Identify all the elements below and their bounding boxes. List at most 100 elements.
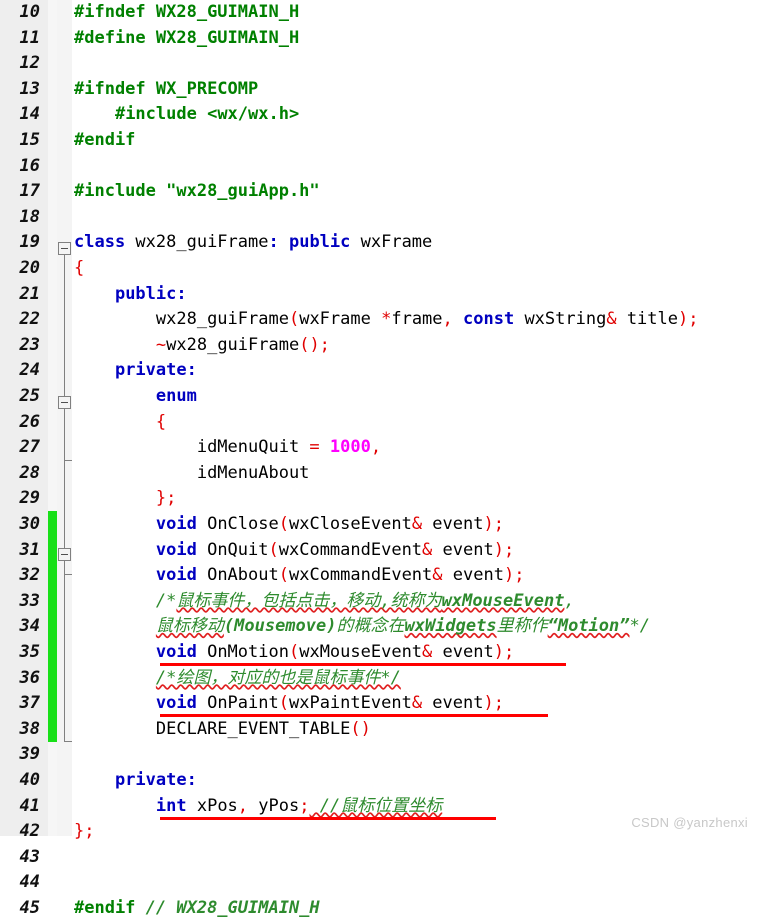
code-line[interactable]: 26 {	[0, 410, 758, 436]
line-number: 39	[19, 744, 40, 765]
code-line[interactable]: 22 wx28_guiFrame(wxFrame *frame, const w…	[0, 307, 758, 333]
token-ampersand: &	[422, 539, 433, 560]
token-comment-open: /*	[155, 590, 177, 611]
line-number: 37	[19, 693, 40, 714]
code-line[interactable]: 35 void OnMotion(wxMouseEvent& event);	[0, 640, 758, 666]
line-number: 23	[19, 334, 40, 355]
code-editor[interactable]: 10 #ifndef WX28_GUIMAIN_H 11 #define WX2…	[0, 0, 758, 918]
token-macro-name: WX28_GUIMAIN_H	[145, 2, 300, 22]
code-line[interactable]: 15 #endif	[0, 128, 758, 154]
line-content: void OnQuit(wxCommandEvent& event);	[74, 538, 514, 564]
token-ampersand: &	[432, 565, 443, 586]
line-content: #ifndef WX28_GUIMAIN_H	[74, 0, 299, 26]
token-brace-close: };	[74, 821, 95, 842]
token-access-specifier: public	[114, 283, 177, 304]
token-comma: ,	[370, 437, 382, 458]
token-parens: ();	[299, 334, 330, 355]
code-line[interactable]: 37 void OnPaint(wxPaintEvent& event);	[0, 691, 758, 717]
token-preprocessor: #endif	[74, 898, 136, 918]
line-content: private:	[74, 768, 197, 794]
token-paren-open: (	[278, 693, 289, 714]
token-comment: //鼠标位置坐标	[309, 795, 443, 816]
token-paren-close: );	[503, 565, 525, 586]
code-line[interactable]: 34 鼠标移动(Mousemove)的概念在wxWidgets里称作“Motio…	[0, 614, 758, 640]
code-line[interactable]: 13 #ifndef WX_PRECOMP	[0, 77, 758, 103]
token-param-type: wxCommandEvent	[278, 539, 423, 560]
line-content: enum	[74, 384, 197, 410]
code-line[interactable]: 20 {	[0, 256, 758, 282]
code-line[interactable]: 23 ~wx28_guiFrame();	[0, 333, 758, 359]
code-line[interactable]: 38 DECLARE_EVENT_TABLE()	[0, 717, 758, 743]
token-access-specifier: private	[114, 770, 187, 790]
token-keyword-void: void	[155, 642, 197, 662]
code-line[interactable]: 10 #ifndef WX28_GUIMAIN_H	[0, 0, 758, 26]
line-number: 13	[19, 78, 40, 99]
line-number: 34	[19, 616, 40, 637]
annotation-underline-onpaint	[160, 714, 548, 717]
code-line[interactable]: 45 #endif // WX28_GUIMAIN_H	[0, 896, 758, 922]
line-number: 29	[19, 488, 40, 509]
code-line[interactable]: 14 #include <wx/wx.h>	[0, 102, 758, 128]
token-comment-cjk: 鼠标事件，包括点击，移动,统称为	[176, 590, 442, 611]
line-number: 11	[19, 27, 40, 48]
line-number: 40	[19, 770, 40, 790]
annotation-underline-xpos-ypos	[160, 817, 496, 820]
code-line[interactable]: 12	[0, 51, 758, 77]
token-keyword-class: class	[74, 232, 126, 253]
code-line[interactable]: 40 private:	[0, 768, 758, 794]
token-keyword-void: void	[155, 514, 197, 534]
token-keyword-void: void	[155, 565, 197, 586]
code-line[interactable]: 27 idMenuQuit = 1000,	[0, 435, 758, 461]
token-colon: :	[176, 283, 187, 304]
code-line[interactable]: 36 /*绘图，对应的也是鼠标事件*/	[0, 666, 758, 692]
code-line[interactable]: 29 };	[0, 486, 758, 512]
code-line[interactable]: 30 void OnClose(wxCloseEvent& event);	[0, 512, 758, 538]
code-line[interactable]: 32 void OnAbout(wxCommandEvent& event);	[0, 563, 758, 589]
code-line[interactable]: 44	[0, 870, 758, 896]
token-paren-close: );	[493, 642, 515, 662]
token-colon: :	[186, 770, 197, 790]
code-line[interactable]: 21 public:	[0, 282, 758, 308]
code-line[interactable]: 17 #include "wx28_guiApp.h"	[0, 179, 758, 205]
code-line[interactable]: 24 private:	[0, 358, 758, 384]
token-param-name: frame	[391, 309, 443, 330]
code-line[interactable]: 39	[0, 742, 758, 768]
line-number: 30	[19, 514, 40, 534]
token-ampersand: &	[606, 309, 617, 330]
code-line[interactable]: 18	[0, 205, 758, 231]
line-number: 22	[19, 309, 40, 330]
line-content: #endif // WX28_GUIMAIN_H	[74, 896, 320, 922]
line-content: void OnMotion(wxMouseEvent& event);	[74, 640, 514, 666]
token-paren-close: );	[678, 309, 699, 330]
code-line[interactable]: 16	[0, 154, 758, 180]
token-keyword-const: const	[452, 309, 515, 330]
code-line[interactable]: 43	[0, 845, 758, 871]
token-comment-cjk: 鼠标移动	[155, 616, 224, 637]
line-content: };	[74, 486, 176, 512]
code-line[interactable]: 28 idMenuAbout	[0, 461, 758, 487]
line-content: void OnClose(wxCloseEvent& event);	[74, 512, 504, 538]
line-content: 鼠标移动(Mousemove)的概念在wxWidgets里称作“Motion”*…	[74, 614, 650, 640]
code-line[interactable]: 19 class wx28_guiFrame: public wxFrame	[0, 230, 758, 256]
token-keyword-enum: enum	[155, 386, 197, 406]
token-number: 1000	[319, 437, 371, 458]
line-number: 16	[19, 155, 40, 176]
code-line[interactable]: 25 enum	[0, 384, 758, 410]
code-line[interactable]: 33 /*鼠标事件，包括点击，移动,统称为wxMouseEvent,	[0, 589, 758, 615]
code-line[interactable]: 11 #define WX28_GUIMAIN_H	[0, 26, 758, 52]
annotation-underline-onmotion	[160, 663, 566, 666]
line-content: {	[74, 256, 84, 282]
line-number: 27	[19, 437, 40, 458]
token-keyword-void: void	[155, 693, 197, 714]
code-line[interactable]: 31 void OnQuit(wxCommandEvent& event);	[0, 538, 758, 564]
